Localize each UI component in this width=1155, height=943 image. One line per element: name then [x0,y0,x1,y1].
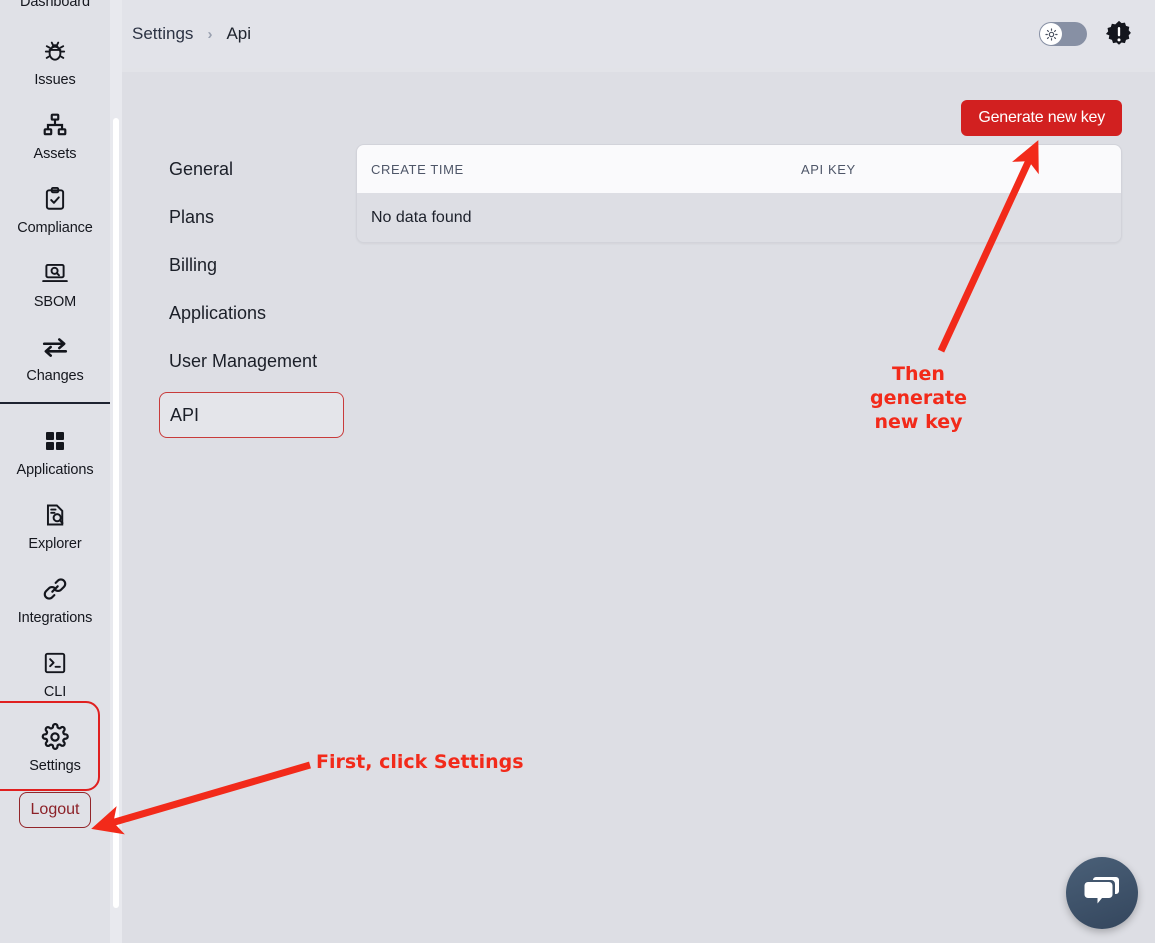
tab-user-management[interactable]: User Management [159,344,344,378]
table-column-api-key: API KEY [801,161,856,177]
sidebar-item-label-integrations: Integrations [17,610,93,626]
table-header-row: CREATE TIME API KEY [357,145,1121,193]
sidebar-item-changes[interactable]: Changes [0,318,110,392]
sidebar-item-label-settings: Settings [29,758,81,774]
alert-badge-icon[interactable] [1105,20,1133,48]
sidebar-item-explorer[interactable]: Explorer [0,486,110,560]
sidebar-item-applications[interactable]: Applications [0,412,110,486]
logout-button[interactable]: Logout [19,792,91,828]
sidebar-item-label-sbom-compliance: Compliance [17,220,93,236]
main-sidebar: Dashboard Issues Assets Compliance SBOM … [0,0,110,943]
tab-billing[interactable]: Billing [159,248,344,282]
app-root: Dashboard Issues Assets Compliance SBOM … [0,0,1155,943]
tab-applications[interactable]: Applications [159,296,344,330]
gear-icon [40,722,70,752]
breadcrumb: Settings › Api [132,24,251,44]
sidebar-item-compliance[interactable]: Compliance [0,170,110,244]
annotation-step-two: Then generate new key [846,362,991,434]
chat-bubbles-icon [1083,874,1121,913]
sidebar-item-label-sbom: SBOM [33,294,77,310]
sidebar-divider [0,402,110,404]
sidebar-scrollbar-thumb[interactable] [113,118,119,908]
sidebar-item-dashboard[interactable]: Dashboard [0,0,110,22]
annotation-step-two-line1: Then generate [869,363,968,409]
sitemap-icon [40,110,70,140]
table-empty-row: No data found [357,193,1121,242]
chat-widget-button[interactable] [1066,857,1138,929]
sidebar-item-label-changes: Changes [26,368,84,384]
sidebar-item-label-explorer: Explorer [28,536,82,552]
sidebar-scrollbar[interactable] [110,0,122,943]
theme-toggle[interactable] [1039,22,1087,46]
arrows-exchange-icon [40,332,70,362]
sidebar-item-assets[interactable]: Assets [0,96,110,170]
sidebar-item-settings-wrapper: Settings [0,701,110,791]
grid-squares-icon [40,426,70,456]
link-chain-icon [40,574,70,604]
settings-tab-list: General Plans Billing Applications User … [159,152,344,438]
bug-icon [40,36,70,66]
annotation-step-two-line2: new key [874,411,963,433]
sun-icon [1040,23,1062,45]
content-area: Generate new key General Plans Billing A… [122,72,1155,943]
sidebar-item-label-applications: Applications [16,462,94,478]
sidebar-item-settings[interactable]: Settings [0,708,110,782]
document-search-icon [40,500,70,530]
sidebar-primary-group: Dashboard Issues Assets Compliance SBOM … [0,0,110,392]
content-inner: Generate new key General Plans Billing A… [122,72,1155,943]
sidebar-item-label-dashboard: Dashboard [19,0,91,10]
sidebar-secondary-group: Applications Explorer Integrations CLI S… [0,412,110,828]
annotation-step-one: First, click Settings [316,751,524,773]
sidebar-item-cli[interactable]: CLI [0,634,110,708]
generate-new-key-button[interactable]: Generate new key [961,100,1122,136]
clipboard-check-icon [40,184,70,214]
terminal-icon [40,648,70,678]
sidebar-item-integrations[interactable]: Integrations [0,560,110,634]
chevron-right-icon: › [207,25,213,43]
breadcrumb-item-settings[interactable]: Settings [132,24,193,44]
laptop-search-icon [40,258,70,288]
tab-general[interactable]: General [159,152,344,186]
table-empty-message: No data found [371,208,472,226]
sidebar-item-issues[interactable]: Issues [0,22,110,96]
sidebar-item-sbom[interactable]: SBOM [0,244,110,318]
api-keys-table: CREATE TIME API KEY No data found [356,144,1122,243]
header-actions [1039,20,1133,48]
tab-plans[interactable]: Plans [159,200,344,234]
tab-api[interactable]: API [159,392,344,438]
table-column-create-time: CREATE TIME [371,161,464,177]
sidebar-item-label-issues: Issues [34,72,76,88]
breadcrumb-item-api[interactable]: Api [226,24,251,44]
sidebar-item-label-assets: Assets [33,146,77,162]
top-header: Settings › Api [122,0,1155,68]
sidebar-item-label-cli: CLI [43,684,67,700]
